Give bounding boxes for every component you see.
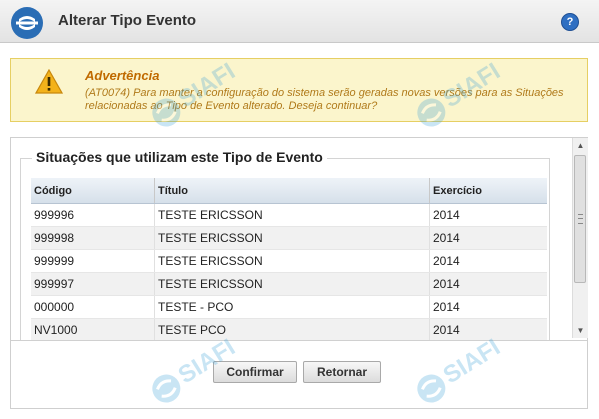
cell-exercicio: 2014 [429,250,547,272]
svg-text:SIAFI: SIAFI [174,58,240,113]
warning-icon [35,69,63,94]
watermark-logo: SIAFI [152,334,240,403]
table-row[interactable]: 999998 TESTE ERICSSON 2014 [31,227,547,250]
cell-codigo: 999996 [34,208,75,222]
svg-text:SIAFI: SIAFI [439,58,505,113]
cell-exercicio: 2014 [429,296,547,318]
grip-icon [578,214,583,224]
cell-exercicio: 2014 [429,204,547,226]
dialog-header: Alterar Tipo Evento ? [0,0,599,43]
cell-exercicio: 2014 [429,227,547,249]
watermark-logo: SIAFI [152,58,240,127]
cell-codigo: 999997 [34,277,75,291]
dialog-title: Alterar Tipo Evento [58,12,197,29]
column-header-exercicio[interactable]: Exercício [429,178,547,203]
watermark-logo: SIAFI [417,58,505,127]
help-icon[interactable]: ? [561,13,579,31]
return-button[interactable]: Retornar [303,361,381,383]
cell-titulo: TESTE ERICSSON [154,250,429,272]
cell-titulo: TESTE ERICSSON [154,273,429,295]
table-row[interactable]: 000000 TESTE - PCO 2014 [31,296,547,319]
vertical-scrollbar[interactable]: ▲ ▼ [572,138,588,338]
cell-titulo: TESTE - PCO [154,296,429,318]
table-header: Código Título Exercício [31,178,547,204]
watermark-logo: SIAFI [417,334,505,403]
scrollbar-thumb[interactable] [574,155,586,283]
column-header-titulo[interactable]: Título [154,178,429,203]
situations-legend: Situações que utilizam este Tipo de Even… [32,149,327,165]
scroll-up-arrow-icon[interactable]: ▲ [573,138,588,153]
table-row[interactable]: 999999 TESTE ERICSSON 2014 [31,250,547,273]
svg-text:SIAFI: SIAFI [439,334,505,389]
cell-titulo: TESTE ERICSSON [154,204,429,226]
cell-codigo: 000000 [34,300,75,314]
situations-scroll-area[interactable]: Situações que utilizam este Tipo de Even… [10,137,572,340]
siafi-logo-icon [11,7,43,39]
cell-exercicio: 2014 [429,273,547,295]
table-row[interactable]: 999997 TESTE ERICSSON 2014 [31,273,547,296]
column-header-codigo[interactable]: Código [31,178,154,203]
situations-table: Código Título Exercício 999996 TESTE ERI… [31,178,547,340]
svg-text:SIAFI: SIAFI [174,334,240,389]
cell-codigo: 999999 [34,254,75,268]
table-row[interactable]: 999996 TESTE ERICSSON 2014 [31,204,547,227]
cell-codigo: 999998 [34,231,75,245]
scroll-down-arrow-icon[interactable]: ▼ [573,323,588,338]
cell-titulo: TESTE ERICSSON [154,227,429,249]
